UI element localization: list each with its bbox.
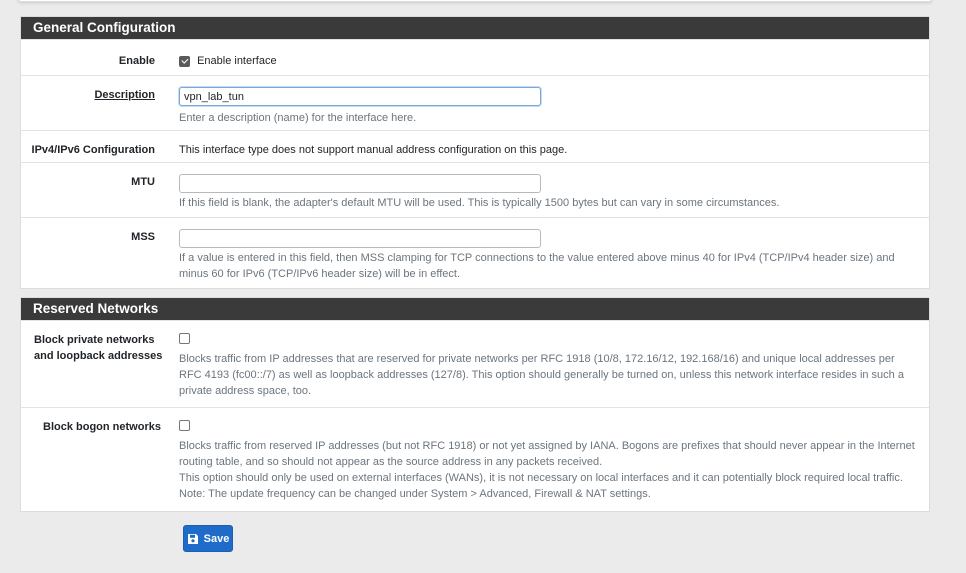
block-bogon-help-line-4: Note: The update frequency can be change… [179, 488, 651, 500]
block-private-label-line-1: Block private networks [34, 334, 155, 346]
enable-field: Enable interface [179, 53, 921, 69]
row-enable: Enable Enable interface [21, 39, 929, 75]
mss-field: If a value is entered in this field, the… [179, 229, 921, 282]
panel-heading-reserved: Reserved Networks [21, 298, 929, 320]
reserved-networks-panel: Reserved Networks Block private networks… [20, 297, 930, 512]
block-bogon-label: Block bogon networks [43, 421, 161, 433]
ip-config-label: IPv4/IPv6 Configuration [31, 144, 155, 156]
block-private-help-line-3: private address space, too. [179, 385, 312, 397]
block-bogon-checkbox[interactable] [179, 419, 190, 431]
mtu-field: If this field is blank, the adapter's de… [179, 174, 921, 211]
description-input[interactable] [179, 87, 541, 106]
enable-interface-label: Enable interface [197, 55, 277, 67]
block-private-label-line-2: and loopback addresses [34, 350, 163, 362]
block-bogon-help-line-1: Blocks traffic from reserved IP addresse… [179, 440, 915, 452]
block-bogon-help-line-3: This option should only be used on exter… [179, 472, 903, 484]
mtu-label: MTU [131, 176, 155, 188]
row-block-private: Block private networks and loopback addr… [21, 320, 929, 407]
general-configuration-panel: General Configuration Enable Enable inte… [20, 16, 930, 289]
save-button-label: Save [203, 532, 230, 545]
previous-panel-edge [18, 0, 932, 2]
mss-help-line-2: minus 60 for IPv6 (TCP/IPv6 header size)… [179, 268, 461, 280]
block-private-help-line-1: Blocks traffic from IP addresses that ar… [179, 353, 895, 365]
save-button[interactable]: Save [183, 525, 233, 552]
block-bogon-field: Blocks traffic from reserved IP addresse… [179, 419, 921, 502]
block-private-checkbox[interactable] [179, 332, 190, 344]
block-private-help-line-2: RFC 4193 (fc00::/7) as well as loopback … [179, 369, 904, 381]
mss-help-line-1: If a value is entered in this field, the… [179, 252, 895, 264]
row-ip-config: IPv4/IPv6 Configuration This interface t… [21, 130, 929, 162]
mss-input[interactable] [179, 229, 541, 248]
block-private-label: Block private networks and loopback addr… [34, 332, 174, 364]
row-description: Description Enter a description (name) f… [21, 75, 929, 130]
floppy-disk-icon [187, 533, 199, 545]
block-private-field: Blocks traffic from IP addresses that ar… [179, 332, 921, 399]
mss-label: MSS [131, 231, 155, 243]
row-block-bogon: Block bogon networks Blocks traffic from… [21, 407, 929, 511]
block-private-help: Blocks traffic from IP addresses that ar… [179, 351, 921, 399]
mtu-input[interactable] [179, 174, 541, 193]
description-field: Enter a description (name) for the inter… [179, 87, 921, 126]
description-help: Enter a description (name) for the inter… [179, 112, 417, 124]
row-mtu: MTU If this field is blank, the adapter'… [21, 162, 929, 217]
mss-help: If a value is entered in this field, the… [179, 250, 921, 282]
mtu-help: If this field is blank, the adapter's de… [179, 197, 780, 209]
row-mss: MSS If a value is entered in this field,… [21, 217, 929, 289]
panel-heading-general: General Configuration [21, 17, 929, 39]
block-bogon-help-line-2: routing table, and so should not appear … [179, 456, 603, 468]
block-bogon-help: Blocks traffic from reserved IP addresse… [179, 438, 921, 502]
enable-interface-checkbox[interactable] [179, 55, 190, 67]
enable-label: Enable [118, 55, 155, 67]
ip-config-text: This interface type does not support man… [179, 144, 568, 156]
description-label: Description [94, 89, 155, 101]
